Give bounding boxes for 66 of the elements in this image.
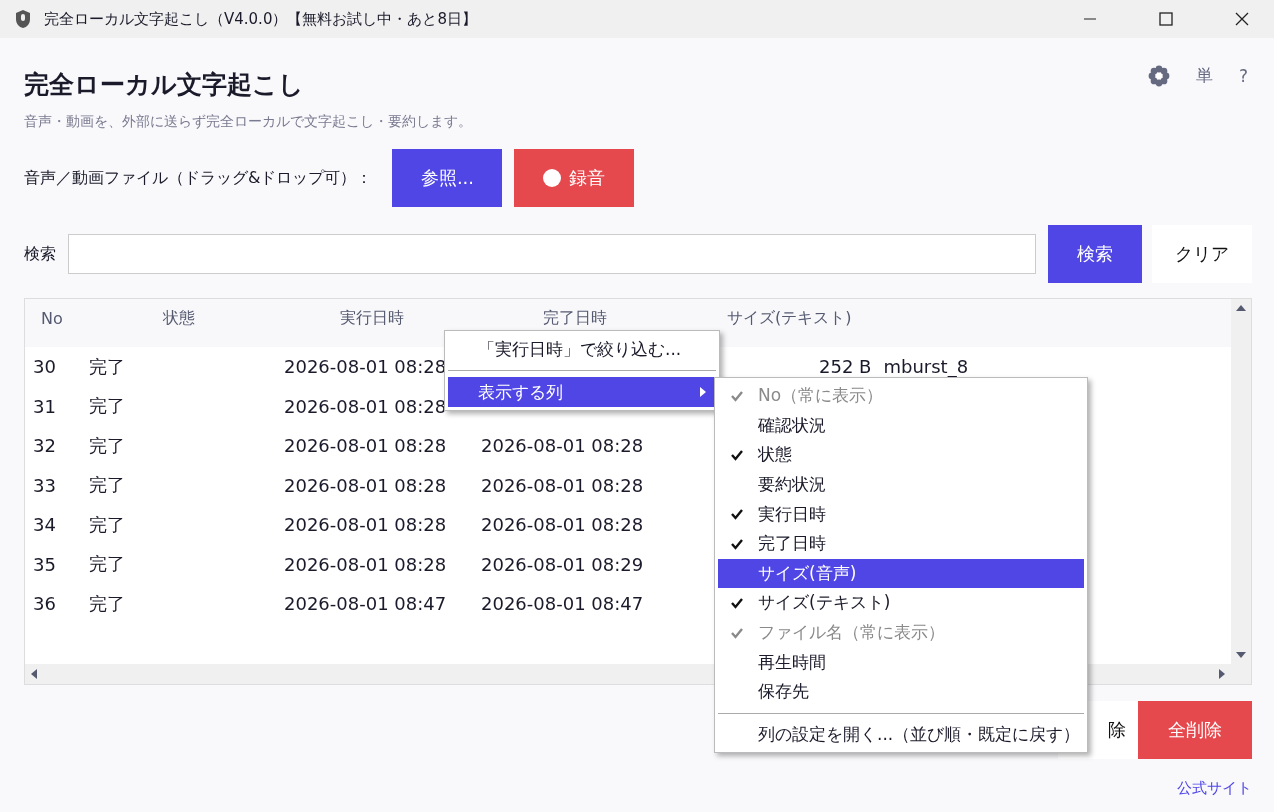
table-cell: 2026-08-01 08:28 [284,474,447,496]
menu-item[interactable]: 表示する列 [448,377,716,407]
delete-all-button[interactable]: 全削除 [1138,701,1252,759]
submenu-arrow-icon [700,387,706,397]
search-label: 検索 [24,243,56,265]
table-cell: 35 [33,553,56,575]
menu-item[interactable]: 実行日時 [718,499,1084,529]
table-cell: 2026-08-01 08:28 [284,395,447,417]
table-cell: 完了 [89,552,125,577]
browse-button[interactable]: 参照... [392,149,503,207]
menu-item[interactable]: 完了日時 [718,528,1084,559]
column-header[interactable]: 実行日時 [340,307,404,329]
table-cell: 2026-08-01 08:28 [481,514,644,536]
table-cell: 2026-08-01 08:28 [481,474,644,496]
table-cell: 2026-08-01 08:47 [481,593,644,615]
table-cell: 31 [33,395,56,417]
table-cell: 2026-08-01 08:28 [481,435,644,457]
scroll-down-icon[interactable] [1235,650,1247,660]
table-cell: 2026-08-01 08:29 [481,553,644,575]
table-cell: 完了 [89,591,125,616]
table-cell: 33 [33,474,56,496]
shield-icon [14,9,32,29]
column-header[interactable]: No [41,308,63,328]
record-icon [543,169,562,187]
table-cell: 36 [33,593,56,615]
column-header[interactable]: サイズ(テキスト) [727,307,852,329]
toolbar-button[interactable]: 単 [1195,64,1213,87]
table-cell: 34 [33,514,56,536]
scroll-right-icon[interactable] [1217,668,1227,680]
menu-item[interactable]: サイズ(テキスト) [718,588,1084,618]
table-cell: 30 [33,356,56,378]
scroll-up-icon[interactable] [1235,303,1247,313]
app-subtitle: 音声・動画を、外部に送らず完全ローカルで文字起こし・要約します。 [24,113,472,131]
scroll-left-icon[interactable] [29,668,39,680]
app-title: 完全ローカル文字起こし [24,69,305,101]
gear-icon[interactable] [1147,64,1170,87]
menu-item[interactable]: 確認状況 [718,410,1084,441]
column-header[interactable]: 状態 [163,307,195,329]
clear-button[interactable]: クリア [1152,225,1252,283]
table-cell: 2026-08-01 08:28 [284,553,447,575]
close-icon[interactable] [1235,12,1249,26]
file-label: 音声／動画ファイル（ドラッグ&ドロップ可）： [24,167,373,189]
menu-item[interactable]: サイズ(音声) [718,558,1084,589]
table-cell: 252 B [819,356,872,378]
menu-item[interactable]: 再生時間 [718,647,1084,677]
website-link[interactable]: 公式サイト [1177,779,1252,798]
menu-item[interactable]: 状態 [718,440,1084,470]
table-cell: 完了 [89,473,125,498]
table-cell: 2026-08-01 08:28 [284,356,447,378]
record-button[interactable]: 録音 [514,149,635,207]
table-cell: 2026-08-01 08:28 [284,514,447,536]
search-button[interactable]: 検索 [1048,225,1142,283]
column-header[interactable]: 完了日時 [543,307,607,329]
toolbar-button[interactable]: ? [1238,65,1248,86]
table-cell: 完了 [89,394,125,419]
menu-item[interactable]: 要約状況 [718,469,1084,500]
table-cell: 完了 [89,512,125,537]
table-cell: 完了 [89,433,125,458]
table-cell: 完了 [89,354,125,379]
window-title: 完全ローカル文字起こし（V4.0.0）【無料お試し中・あと8日】 [44,9,478,29]
table-cell: 2026-08-01 08:28 [284,435,447,457]
table-cell: 2026-08-01 08:47 [284,593,447,615]
menu-item[interactable]: 「実行日時」で絞り込む... [445,334,719,364]
maximize-icon[interactable] [1159,12,1173,26]
table-cell: mburst_8 [883,356,969,378]
table-cell: 32 [33,435,56,457]
